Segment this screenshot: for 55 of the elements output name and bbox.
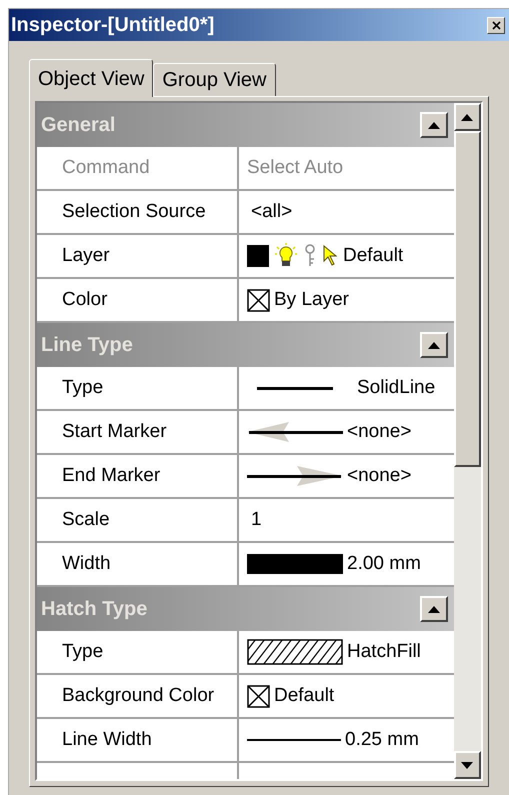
up-arrow-icon (461, 114, 474, 120)
property-value: Select Auto (247, 156, 344, 180)
cursor-icon (323, 245, 337, 267)
property-value: <none> (347, 420, 412, 444)
down-arrow-icon (461, 762, 474, 768)
property-label: Scale (37, 499, 239, 541)
property-label: End Marker (37, 455, 239, 497)
scrollbar[interactable] (454, 103, 481, 779)
property-value: 1 (251, 508, 262, 532)
arrow-line-icon (247, 465, 343, 487)
property-value: By Layer (274, 288, 349, 312)
up-arrow-icon (428, 122, 440, 128)
property-value: Default (343, 244, 404, 268)
tab[interactable]: Group View (153, 63, 276, 96)
collapse-button[interactable] (420, 112, 448, 138)
property-label: Layer (37, 235, 239, 277)
key-icon (303, 244, 317, 268)
line-icon (247, 739, 341, 741)
scroll-down-button[interactable] (454, 751, 481, 779)
crossed-box-icon (247, 288, 270, 312)
up-arrow-icon (428, 606, 440, 612)
up-arrow-icon (428, 342, 440, 348)
property-label: Command (37, 147, 239, 189)
property-label: Line Width (37, 719, 239, 761)
light-bulb-icon (275, 243, 297, 269)
square-icon (247, 245, 269, 267)
property-value: SolidLine (357, 376, 436, 400)
scroll-up-button[interactable] (454, 103, 481, 131)
property-value: 0.25 mm (345, 728, 419, 752)
collapse-button[interactable] (420, 596, 448, 622)
property-label: Color (37, 279, 239, 321)
property-value: 2.00 mm (347, 552, 421, 576)
section-title: Line Type (41, 333, 133, 358)
property-label: Selection Source (37, 191, 239, 233)
property-label: Type (37, 631, 239, 673)
crossed-box-icon (247, 684, 270, 708)
section-title: Hatch Type (41, 597, 148, 622)
property-value: Default (274, 684, 334, 708)
property-label: Type (37, 367, 239, 409)
section-title: General (41, 113, 116, 138)
property-label: Start Marker (37, 411, 239, 453)
window-title: Inspector-[Untitled0*] (11, 13, 214, 38)
property-label: Background Color (37, 675, 239, 717)
collapse-button[interactable] (420, 332, 448, 358)
line-icon (257, 386, 333, 390)
scroll-thumb[interactable] (454, 131, 481, 467)
property-value: HatchFill (347, 640, 421, 664)
property-value: <none> (347, 464, 412, 488)
hatch-pattern-icon (247, 639, 343, 665)
close-button[interactable] (487, 16, 505, 34)
tab[interactable]: Object View (29, 59, 154, 97)
close-icon (492, 20, 500, 30)
property-value: <all> (251, 200, 292, 224)
property-label: Width (37, 543, 239, 585)
arrow-line-icon (247, 421, 343, 443)
